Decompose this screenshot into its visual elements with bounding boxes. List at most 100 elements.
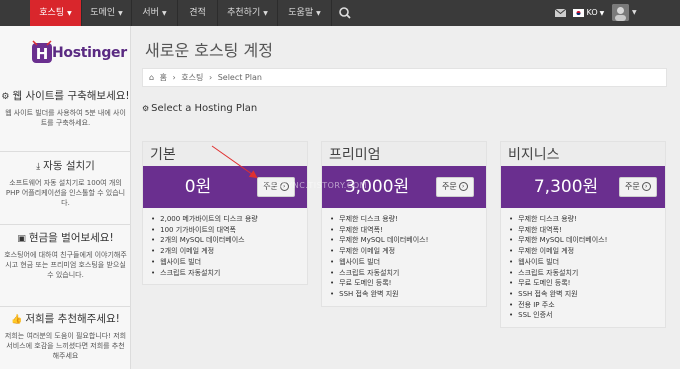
avatar[interactable] <box>612 4 629 21</box>
user-avatar-image <box>612 4 629 21</box>
sidebar-block-title: 현금을 벌어보세요! <box>28 232 114 244</box>
gears-icon: ⚙ <box>1 92 10 102</box>
order-button[interactable]: 주문 › <box>436 177 474 197</box>
plan-card-business: 비지니스 7,300원 주문› 무제한 디스크 용량! 무제한 대역폭! 무제한… <box>500 141 666 329</box>
caret-down-icon: ▼ <box>67 10 72 17</box>
nav-item-label: 추천하기 <box>227 8 261 18</box>
top-navbar: 호스팅 ▼ 도메인 ▼ 서버 ▼ 견적 추천하기 ▼ 도움말 ▼ KO ▼ ▼ <box>0 0 680 26</box>
list-item: SSH 접속 완벽 지원 <box>509 289 665 300</box>
list-item: 100 기가바이트의 대역폭 <box>151 225 307 236</box>
plan-name: 프리미엄 <box>322 142 486 166</box>
logo-icon: H <box>32 40 52 63</box>
list-item: 무제한 이메일 계정 <box>509 246 665 257</box>
thumbs-up-icon: 👍 <box>11 315 23 325</box>
list-item: 전용 IP 주소 <box>509 300 665 311</box>
section-title-text: Select a Hosting Plan <box>151 103 258 114</box>
arrow-right-circle-icon: › <box>458 182 468 191</box>
list-item: 무료 도메인 등록! <box>509 278 665 289</box>
breadcrumb-home[interactable]: 홈 <box>160 73 167 82</box>
sidebar-block-text: 호스팅어에 대하여 친구들에게 이야기해주시고 현금 또는 프리미엄 호스팅을 … <box>4 251 127 279</box>
caret-down-icon: ▼ <box>118 10 123 17</box>
caret-down-icon: ▼ <box>599 10 605 17</box>
caret-down-icon: ▼ <box>161 10 167 17</box>
chevron-right-icon: › <box>172 73 176 82</box>
sidebar-block-text: 저희는 여러분의 도움이 필요합니다! 저희 서비스에 호감을 느끼셨다면 저희… <box>4 332 127 360</box>
feature-list: 무제한 디스크 용량! 무제한 대역폭! 무제한 MySQL 데이터베이스! 무… <box>322 208 486 306</box>
plan-price-bar: 7,300원 주문 › <box>501 166 665 208</box>
section-title: ⚙ Select a Hosting Plan <box>142 103 257 114</box>
divider <box>0 224 131 225</box>
user-menu-caret-icon[interactable]: ▼ <box>632 0 644 26</box>
korea-flag-icon <box>573 8 584 17</box>
nav-item-label: 호스팅 <box>39 8 65 18</box>
hostinger-logo[interactable]: H Hostinger <box>30 39 127 67</box>
list-item: 무제한 대역폭! <box>330 225 486 236</box>
nav-mail-button[interactable] <box>547 0 573 26</box>
page-title: 새로운 호스팅 계정 <box>145 41 273 60</box>
nav-item-label: 견적 <box>189 8 206 18</box>
watermark: WEBSYNC.TISTORY.COM <box>262 181 368 190</box>
plan-name: 비지니스 <box>501 142 665 166</box>
list-item: 무제한 디스크 용량! <box>330 214 486 225</box>
feature-list: 2,000 메가바이트의 디스크 용량 100 기가바이트의 대역폭 2개의 M… <box>143 208 307 284</box>
nav-item-quote[interactable]: 견적 <box>178 0 218 26</box>
sidebar-block-recommend: 👍 저희를 추천해주세요! 저희는 여러분의 도움이 필요합니다! 저희 서비스에… <box>0 313 131 361</box>
nav-item-help[interactable]: 도움말 ▼ <box>278 0 332 26</box>
plan-price: 0원 <box>184 177 212 197</box>
gears-icon: ⚙ <box>142 104 150 113</box>
mail-icon <box>554 8 567 17</box>
plan-card-premium: 프리미엄 3,000원 주문› 무제한 디스크 용량! 무제한 대역폭! 무제한… <box>321 141 487 307</box>
breadcrumb-hosting[interactable]: 호스팅 <box>181 73 203 82</box>
order-button-label: 주문 <box>625 182 640 191</box>
logo-text: Hostinger <box>52 45 127 61</box>
list-item: 스크립트 자동설치기 <box>509 268 665 279</box>
download-icon: ⤓ <box>36 162 41 172</box>
list-item: 웹사이트 빌더 <box>330 257 486 268</box>
nav-item-label: 서버 <box>142 8 159 18</box>
list-item: 2개의 MySQL 데이터베이스 <box>151 235 307 246</box>
plan-name: 기본 <box>143 142 307 166</box>
caret-down-icon: ▼ <box>316 10 321 17</box>
sidebar-block-title: 웹 사이트를 구축해보세요! <box>12 90 130 102</box>
sidebar-block-title: 자동 설치기 <box>43 160 95 172</box>
nav-item-refer[interactable]: 추천하기 ▼ <box>218 0 278 26</box>
money-icon: ▣ <box>17 234 26 244</box>
plan-card-basic: 기본 0원 주문› 2,000 메가바이트의 디스크 용량 100 기가바이트의… <box>142 141 308 286</box>
svg-text:H: H <box>36 45 49 63</box>
chevron-right-icon: › <box>208 73 213 82</box>
nav-item-domain[interactable]: 도메인 ▼ <box>82 0 132 26</box>
list-item: SSL 인증서 <box>509 310 665 321</box>
list-item: 무료 도메인 등록! <box>330 278 486 289</box>
sidebar-block-builder: ⚙ 웹 사이트를 구축해보세요! 웹 사이트 빌더를 사용하여 5분 내에 사이트… <box>0 90 131 128</box>
nav-item-label: 도메인 <box>90 8 116 18</box>
language-selector[interactable]: KO ▼ <box>573 0 611 26</box>
arrow-right-circle-icon: › <box>641 182 651 191</box>
nav-search-button[interactable] <box>332 0 358 26</box>
sidebar-block-earn-cash: ▣ 현금을 벌어보세요! 호스팅어에 대하여 친구들에게 이야기해주시고 현금 또… <box>0 232 131 280</box>
sidebar: H Hostinger ⚙ 웹 사이트를 구축해보세요! 웹 사이트 빌더를 사용… <box>0 26 131 369</box>
breadcrumb: ⌂ 홈 › 호스팅 › Select Plan <box>142 68 667 87</box>
language-label: KO <box>586 8 598 17</box>
sidebar-block-title: 저희를 추천해주세요! <box>25 313 120 325</box>
list-item: 2개의 이메일 계정 <box>151 246 307 257</box>
list-item: 웹사이트 빌더 <box>151 257 307 268</box>
list-item: 스크립트 자동설치기 <box>151 268 307 279</box>
order-button[interactable]: 주문 › <box>619 177 657 197</box>
list-item: 무제한 대역폭! <box>509 225 665 236</box>
nav-item-server[interactable]: 서버 ▼ <box>132 0 178 26</box>
sidebar-block-text: 소프트웨어 자동 설치기로 100여 개의 PHP 어플리케이션을 인스톨할 수… <box>5 179 126 207</box>
order-button-label: 주문 <box>442 182 457 191</box>
list-item: 스크립트 자동설치기 <box>330 268 486 279</box>
divider <box>0 151 131 152</box>
sidebar-block-text: 웹 사이트 빌더를 사용하여 5분 내에 사이트를 구축하세요. <box>5 109 126 127</box>
list-item: 무제한 MySQL 데이터베이스! <box>330 235 486 246</box>
caret-down-icon: ▼ <box>263 10 268 17</box>
feature-list: 무제한 디스크 용량! 무제한 대역폭! 무제한 MySQL 데이터베이스! 무… <box>501 208 665 327</box>
nav-item-label: 도움말 <box>288 8 314 18</box>
plan-price: 7,300원 <box>533 177 599 197</box>
nav-item-hosting[interactable]: 호스팅 ▼ <box>30 0 82 26</box>
list-item: 웹사이트 빌더 <box>509 257 665 268</box>
list-item: 무제한 MySQL 데이터베이스! <box>509 235 665 246</box>
list-item: 무제한 디스크 용량! <box>509 214 665 225</box>
search-icon <box>339 7 351 19</box>
